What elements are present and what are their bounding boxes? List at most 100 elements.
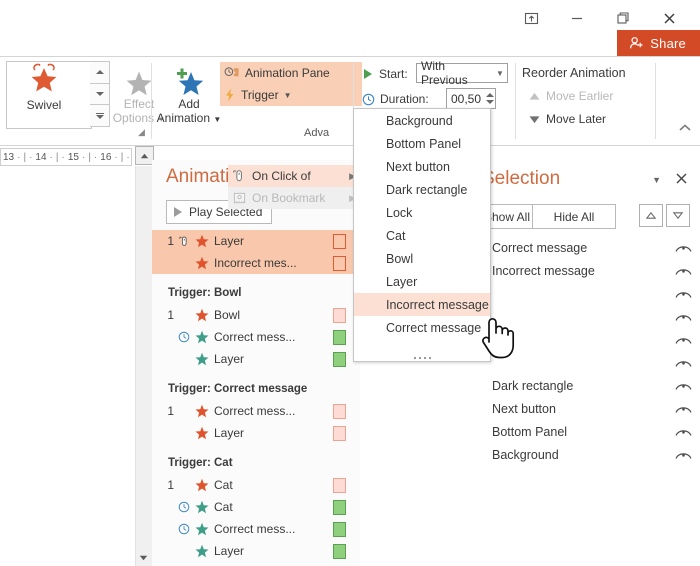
move-earlier-button[interactable]: Move Earlier	[524, 85, 618, 107]
ribbon: Swivel Effect Options ▼ ◢ Add Animation …	[0, 56, 700, 209]
restore-icon[interactable]	[600, 3, 646, 33]
eye-icon[interactable]	[675, 427, 692, 437]
visibility-toggle[interactable]	[666, 266, 700, 276]
bring-forward-button[interactable]	[639, 204, 663, 227]
animation-effect-icon	[193, 544, 211, 558]
animation-timeline-bar[interactable]	[333, 403, 346, 419]
move-later-button[interactable]: Move Later	[524, 108, 611, 130]
send-backward-button[interactable]	[666, 204, 690, 227]
gallery-scroll-up-button[interactable]	[90, 61, 110, 84]
pane-options-icon[interactable]: ▼	[652, 175, 661, 185]
animation-timeline-bar[interactable]	[333, 255, 346, 271]
menu-item-on-click-of[interactable]: On Click of ▶	[228, 165, 363, 187]
animation-list-item[interactable]: Incorrect mes...	[152, 252, 360, 274]
start-select[interactable]: With Previous ▼	[416, 59, 508, 87]
animation-timeline-bar[interactable]	[333, 351, 346, 367]
animation-timeline-bar[interactable]	[333, 499, 346, 515]
duration-stepper[interactable]	[484, 88, 496, 109]
animation-timeline-bar[interactable]	[333, 425, 346, 441]
visibility-toggle[interactable]	[666, 243, 700, 253]
add-animation-button[interactable]: Add Animation ▼	[156, 63, 222, 127]
animation-group: 1 Correct mess... Layer	[152, 400, 360, 444]
selection-list-item[interactable]: Correct message	[468, 236, 700, 259]
chevron-down-icon	[486, 100, 494, 104]
share-button[interactable]: Share	[617, 30, 700, 56]
ribbon-display-options-icon[interactable]	[508, 3, 554, 33]
trigger-group-header[interactable]: Trigger: Bowl	[152, 282, 360, 304]
selection-list-item[interactable]: Background	[468, 443, 700, 466]
chevron-down-icon	[95, 92, 104, 96]
selection-list-item[interactable]	[468, 282, 700, 305]
eye-icon[interactable]	[675, 358, 692, 368]
animation-list-item[interactable]: Layer	[152, 348, 360, 370]
close-pane-icon[interactable]	[675, 172, 688, 188]
animation-list-item[interactable]: Correct mess...	[152, 326, 360, 348]
selection-list-item[interactable]: Incorrect message	[468, 259, 700, 282]
animation-timeline-bar[interactable]	[333, 307, 346, 323]
visibility-toggle[interactable]	[666, 312, 700, 322]
visibility-toggle[interactable]	[666, 335, 700, 345]
eye-icon[interactable]	[675, 266, 692, 276]
eye-icon[interactable]	[675, 289, 692, 299]
visibility-toggle[interactable]	[666, 358, 700, 368]
animation-list-item[interactable]: Layer	[152, 422, 360, 444]
selection-list-item[interactable]: Bottom Panel	[468, 420, 700, 443]
animation-list-item[interactable]: Cat	[152, 496, 360, 518]
dropdown-menu-item[interactable]: Bottom Panel	[354, 132, 490, 155]
gallery-scroll-down-button[interactable]	[90, 83, 110, 106]
eye-icon[interactable]	[675, 312, 692, 322]
chevron-up-icon	[486, 93, 494, 97]
animation-list-item[interactable]: 1 Layer	[152, 230, 360, 252]
dropdown-scroll-more-icon[interactable]	[354, 357, 490, 359]
visibility-toggle[interactable]	[666, 450, 700, 460]
gallery-more-button[interactable]	[90, 105, 110, 128]
eye-icon[interactable]	[675, 381, 692, 391]
minimize-icon[interactable]	[554, 3, 600, 33]
animation-list-item[interactable]: Layer	[152, 540, 360, 562]
eye-icon[interactable]	[675, 450, 692, 460]
ribbon-group-animation: Swivel Effect Options ▼ ◢	[0, 57, 165, 145]
collapse-ribbon-button[interactable]	[678, 121, 692, 135]
animation-timeline-bar[interactable]	[333, 543, 346, 559]
animation-list-item[interactable]: 1 Correct mess...	[152, 400, 360, 422]
dropdown-menu-item[interactable]: Dark rectangle	[354, 178, 490, 201]
eye-icon[interactable]	[675, 243, 692, 253]
visibility-toggle[interactable]	[666, 427, 700, 437]
trigger-group-header[interactable]: Trigger: Cat	[152, 452, 360, 474]
animation-item-label: Correct mess...	[214, 404, 296, 418]
animation-timeline-bar[interactable]	[333, 477, 346, 493]
animation-list-item[interactable]: 1 Bowl	[152, 304, 360, 326]
dropdown-menu-item[interactable]: Lock	[354, 201, 490, 224]
visibility-toggle[interactable]	[666, 289, 700, 299]
animation-effect-icon	[193, 522, 211, 536]
dropdown-menu-item[interactable]: Bowl	[354, 247, 490, 270]
trigger-group-header[interactable]: Trigger: Correct message	[152, 378, 360, 400]
animation-pane-button[interactable]: Animation Pane	[220, 62, 362, 84]
hide-all-button[interactable]: Hide All	[532, 204, 616, 229]
horizontal-ruler[interactable]: 13 · | · 14 · | · 15 · | · 16 · | ·	[0, 148, 132, 166]
selection-list-item[interactable]: Dark rectangle	[468, 374, 700, 397]
dropdown-menu-item[interactable]: Layer	[354, 270, 490, 293]
animation-dialog-launcher[interactable]: ◢	[138, 127, 145, 138]
visibility-toggle[interactable]	[666, 404, 700, 414]
visibility-toggle[interactable]	[666, 381, 700, 391]
animation-list-item[interactable]: 1 Cat	[152, 474, 360, 496]
eye-icon[interactable]	[675, 335, 692, 345]
animation-timeline-bar[interactable]	[333, 233, 346, 249]
dropdown-menu-item[interactable]: Next button	[354, 155, 490, 178]
eye-icon[interactable]	[675, 404, 692, 414]
dropdown-menu-item[interactable]: Incorrect message	[354, 293, 490, 316]
trigger-button[interactable]: Trigger ▼	[220, 84, 362, 106]
dropdown-menu-item[interactable]: Background	[354, 109, 490, 132]
scroll-down-button[interactable]	[135, 549, 152, 566]
animation-timeline-bar[interactable]	[333, 329, 346, 345]
dropdown-menu-item[interactable]: Cat	[354, 224, 490, 247]
effect-swivel-button[interactable]: Swivel	[8, 59, 80, 121]
selection-list-item[interactable]: Next button	[468, 397, 700, 420]
animation-timeline-bar[interactable]	[333, 521, 346, 537]
dropdown-menu-item[interactable]: Correct message	[354, 316, 490, 339]
close-icon[interactable]	[646, 3, 692, 33]
animation-list-item[interactable]: Correct mess...	[152, 518, 360, 540]
ruler-tick: 15	[67, 151, 79, 163]
